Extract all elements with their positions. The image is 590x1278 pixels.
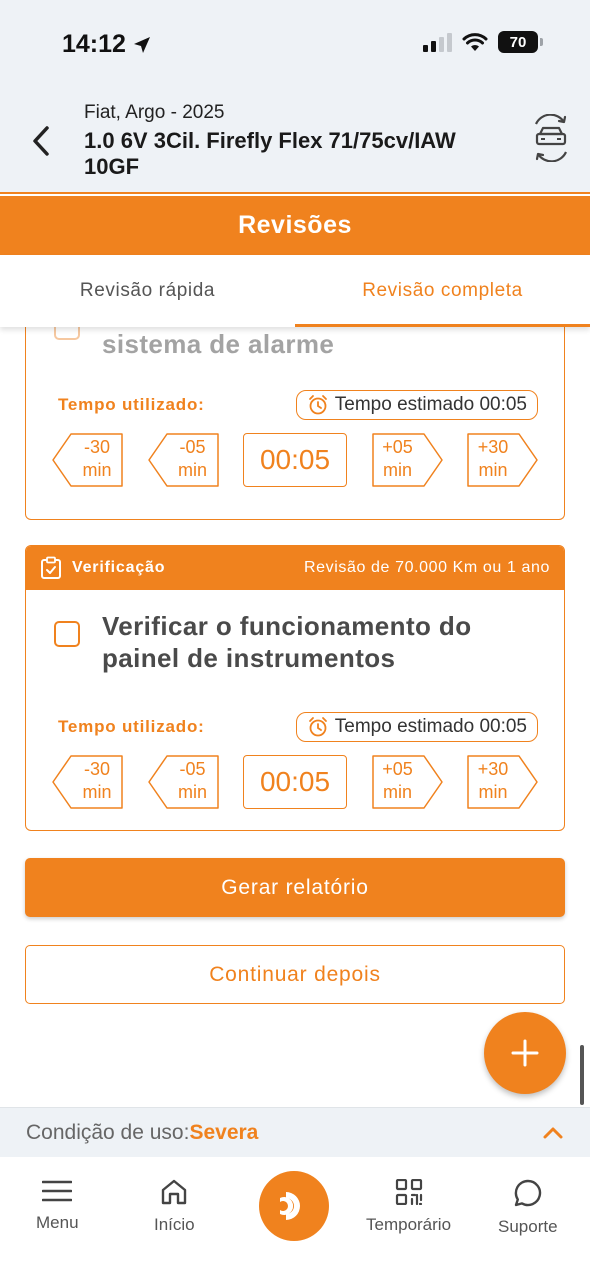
review-tabs: Revisão rápida Revisão completa xyxy=(0,255,590,327)
continue-later-button[interactable]: Continuar depois xyxy=(25,945,565,1004)
home-icon xyxy=(162,1179,187,1205)
change-vehicle-button[interactable] xyxy=(530,113,572,167)
generate-report-button[interactable]: Gerar relatório xyxy=(25,858,565,917)
usage-condition-text: Condição de uso:Severa xyxy=(26,1121,258,1145)
vehicle-title: 1.0 6V 3Cil. Firefly Flex 71/75cv/IAW 10… xyxy=(84,128,456,179)
menu-icon xyxy=(42,1180,73,1202)
bottom-navigation: Menu Início Temporário Suporte xyxy=(0,1157,590,1278)
step-unit: min xyxy=(382,460,412,480)
qr-code-icon xyxy=(395,1179,422,1205)
minus-05-button[interactable]: -05 min xyxy=(147,433,220,487)
step-unit: min xyxy=(478,782,508,802)
location-arrow-icon xyxy=(133,36,150,53)
nav-support[interactable]: Suporte xyxy=(498,1179,558,1237)
brand-logo-icon xyxy=(280,1192,300,1220)
step-value: -30 xyxy=(83,437,110,457)
alarm-clock-icon xyxy=(308,395,327,415)
step-unit: min xyxy=(177,460,207,480)
time-used-value: 00:05 xyxy=(243,433,347,487)
plus-05-button[interactable]: +05 min xyxy=(371,433,443,487)
back-button[interactable] xyxy=(30,124,52,163)
time-used-label: Tempo utilizado: xyxy=(58,717,205,736)
nav-home[interactable]: Início xyxy=(154,1179,195,1235)
step-value: +30 xyxy=(477,759,509,779)
estimated-time-text: Tempo estimado 00:05 xyxy=(334,394,527,415)
tab-full-review[interactable]: Revisão completa xyxy=(295,255,590,327)
step-unit: min xyxy=(82,460,112,480)
time-used-label: Tempo utilizado: xyxy=(58,395,205,414)
battery-level: 70 xyxy=(509,33,527,51)
usage-condition-label: Condição de uso: xyxy=(26,1120,190,1144)
step-value: +30 xyxy=(477,437,509,457)
plus-icon xyxy=(511,1039,539,1067)
minus-05-button[interactable]: -05 min xyxy=(147,755,220,809)
card-header: Verificação Revisão de 70.000 Km ou 1 an… xyxy=(26,546,564,590)
add-fab-button[interactable] xyxy=(484,1012,566,1094)
estimated-time-badge: Tempo estimado 00:05 xyxy=(295,712,538,742)
step-value: -30 xyxy=(83,759,110,779)
wifi-icon xyxy=(462,33,488,51)
status-time: 14:12 xyxy=(62,30,152,59)
nav-label: Suporte xyxy=(498,1217,558,1236)
estimated-time-badge: Tempo estimado 00:05 xyxy=(295,390,538,420)
scrollbar[interactable] xyxy=(580,1045,584,1105)
nav-label: Início xyxy=(154,1215,195,1234)
step-value: -05 xyxy=(179,437,206,457)
page-title: Revisões xyxy=(0,196,590,255)
status-bar: 14:12 70 xyxy=(0,0,590,90)
usage-condition-value: Severa xyxy=(189,1120,259,1144)
nav-temporary[interactable]: Temporário xyxy=(366,1179,451,1235)
chevron-left-icon xyxy=(33,126,49,156)
step-unit: min xyxy=(177,782,207,802)
tab-quick-review[interactable]: Revisão rápida xyxy=(0,255,295,327)
nav-brand-button[interactable] xyxy=(259,1171,329,1241)
card-revision-label: Revisão de 70.000 Km ou 1 ano xyxy=(303,559,550,576)
car-swap-icon xyxy=(535,113,567,163)
plus-30-button[interactable]: +30 min xyxy=(466,755,538,809)
plus-05-button[interactable]: +05 min xyxy=(371,755,443,809)
step-unit: min xyxy=(382,782,412,802)
vehicle-subtitle: Fiat, Argo - 2025 xyxy=(84,102,225,123)
battery-icon: 70 xyxy=(498,31,543,53)
estimated-time-text: Tempo estimado 00:05 xyxy=(334,716,527,737)
plus-30-button[interactable]: +30 min xyxy=(466,433,538,487)
task-description: sistema de alarme xyxy=(102,329,335,359)
step-value: +05 xyxy=(382,759,413,779)
checklist-card: Verificação Revisão de 70.000 Km ou 1 an… xyxy=(25,545,565,831)
step-unit: min xyxy=(82,782,112,802)
time-used-value: 00:05 xyxy=(243,755,347,809)
step-value: +05 xyxy=(382,437,413,457)
task-description: Verificar o funcionamento do painel de i… xyxy=(102,611,472,673)
status-time-text: 14:12 xyxy=(62,30,126,58)
usage-condition-bar[interactable]: Condição de uso:Severa xyxy=(0,1107,590,1157)
cellular-signal-icon xyxy=(423,32,452,52)
step-value: -05 xyxy=(179,759,206,779)
chevron-up-icon[interactable] xyxy=(542,1126,564,1140)
minus-30-button[interactable]: -30 min xyxy=(52,433,124,487)
nav-menu[interactable]: Menu xyxy=(36,1179,79,1233)
nav-label: Temporário xyxy=(366,1215,452,1234)
nav-label: Menu xyxy=(36,1213,79,1232)
step-unit: min xyxy=(478,460,508,480)
task-checkbox[interactable] xyxy=(54,621,80,647)
chat-icon xyxy=(514,1179,541,1207)
card-category: Verificação xyxy=(72,559,166,576)
checklist-card: sistema de alarme Tempo utilizado: Tempo… xyxy=(25,300,565,520)
clipboard-check-icon xyxy=(41,556,61,579)
vehicle-header: Fiat, Argo - 2025 1.0 6V 3Cil. Firefly F… xyxy=(0,90,590,194)
minus-30-button[interactable]: -30 min xyxy=(52,755,124,809)
alarm-clock-icon xyxy=(308,717,327,737)
